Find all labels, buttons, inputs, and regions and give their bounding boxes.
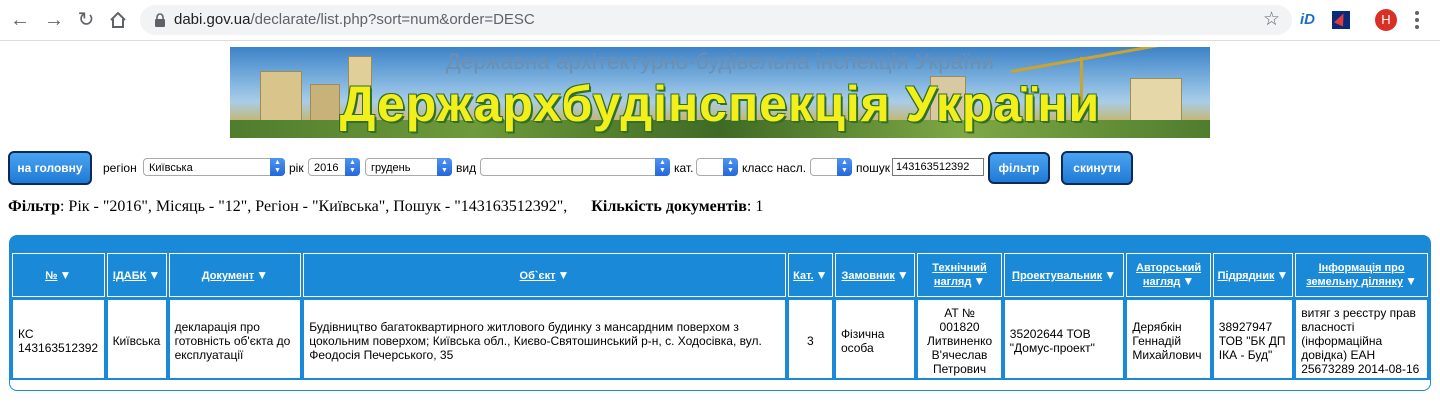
sort-desc-icon[interactable]: ▼ [558, 268, 570, 282]
back-arrow-icon[interactable]: ← [8, 8, 32, 32]
select-arrows-icon: ▲ ▼ [270, 158, 285, 176]
sort-desc-icon[interactable]: ▼ [59, 268, 71, 282]
select-arrows-icon: ▲ ▼ [437, 158, 452, 176]
cell-customer: Фізична особа [834, 299, 916, 383]
cell-idabk: Київська [106, 299, 167, 383]
table-footer-strip [10, 378, 1430, 390]
column-header-author-supervision[interactable]: Авторський нагляд ▼ [1126, 253, 1211, 297]
sort-desc-icon[interactable]: ▼ [1276, 268, 1288, 282]
month-select[interactable]: грудень ▲ ▼ [365, 158, 452, 176]
documents-count-label: Кількість документів [591, 198, 747, 215]
cell-category: 3 [787, 299, 833, 383]
browser-toolbar: ← → ↻ dabi.gov.ua/declarate/list.php?sor… [0, 0, 1440, 41]
cell-num: КС 143163512392 [12, 299, 105, 383]
column-header-document-link[interactable]: Документ [202, 270, 254, 282]
column-header-category[interactable]: Кат. ▼ [787, 253, 833, 297]
cell-object: Будівництво багатоквартирного житлового … [303, 299, 786, 383]
filter-summary: Фільтр: Рік - "2016", Місяць - "12", Рег… [8, 198, 763, 216]
cell-land-info: витяг з реєстру прав власності (інформац… [1295, 299, 1428, 383]
class-select[interactable]: ▲ ▼ [810, 158, 852, 176]
url-text[interactable]: dabi.gov.ua/declarate/list.php?sort=num&… [174, 5, 535, 35]
category-label: кат. [674, 161, 694, 175]
region-select-value: Київська [149, 162, 193, 174]
results-table-panel: № ▼ ІДАБК ▼ Документ ▼ Об`єкт ▼ Кат. ▼ Замовн… [9, 235, 1431, 391]
documents-count-value: : 1 [746, 198, 764, 215]
cell-tech-supervision: АТ № 001820 Литвиненко В'ячеслав Петрови… [917, 299, 1002, 383]
column-header-tech-supervision[interactable]: Технічний нагляд ▼ [917, 253, 1002, 297]
select-arrows-icon: ▲ ▼ [837, 158, 852, 176]
sort-desc-icon[interactable]: ▼ [1182, 274, 1194, 288]
cell-designer: 35202644 ТОВ "Домус-проект" [1003, 299, 1125, 383]
banner-subtitle: Державна архітектурно-будівельна інспекц… [445, 49, 995, 74]
column-header-category-link[interactable]: Кат. [793, 270, 813, 282]
type-select[interactable]: ▲ ▼ [480, 158, 670, 176]
star-icon[interactable]: ☆ [1263, 9, 1280, 31]
column-header-designer[interactable]: Проектувальник ▼ [1003, 253, 1125, 297]
extension-id-icon[interactable]: iD [1300, 11, 1320, 29]
sort-desc-icon[interactable]: ▼ [256, 268, 268, 282]
column-header-land-info-link[interactable]: Інформація про земельну ділянку [1306, 262, 1404, 288]
class-label: класс насл. [742, 161, 807, 175]
home-button[interactable]: на головну [8, 151, 92, 185]
cell-contractor: 38927947 ТОВ "БК ДП ІКА - Буд" [1212, 299, 1294, 383]
type-label: вид [456, 161, 477, 175]
lock-icon[interactable] [152, 12, 168, 28]
region-label: регіон [103, 161, 137, 175]
search-label: пошук [856, 161, 891, 175]
sort-desc-icon[interactable]: ▼ [1405, 274, 1417, 288]
more-menu-icon[interactable] [1414, 9, 1420, 31]
reload-icon[interactable]: ↻ [74, 8, 98, 32]
forward-arrow-icon[interactable]: → [42, 8, 66, 32]
category-select[interactable]: ▲ ▼ [696, 158, 738, 176]
sort-desc-icon[interactable]: ▼ [148, 268, 160, 282]
column-header-num-link[interactable]: № [45, 270, 57, 282]
column-header-designer-link[interactable]: Проектувальник [1012, 270, 1102, 282]
column-header-num[interactable]: № ▼ [12, 253, 105, 297]
year-label: рік [289, 161, 304, 175]
column-header-contractor[interactable]: Підрядник ▼ [1212, 253, 1294, 297]
month-select-value: грудень [371, 162, 411, 174]
table-header-row: № ▼ ІДАБК ▼ Документ ▼ Об`єкт ▼ Кат. ▼ Замовн… [12, 253, 1428, 297]
year-select[interactable]: 2016 ▲ ▼ [308, 158, 360, 176]
select-arrows-icon: ▲ ▼ [723, 158, 738, 176]
select-arrows-icon: ▲ ▼ [345, 158, 360, 176]
site-banner: Державна архітектурно-будівельна інспекц… [230, 47, 1210, 138]
filter-summary-text: : Рік - "2016", Місяць - "12", Регіон - … [59, 198, 568, 215]
results-table: № ▼ ІДАБК ▼ Документ ▼ Об`єкт ▼ Кат. ▼ Замовн… [10, 251, 1430, 385]
table-row: КС 143163512392 Київська декларація про … [12, 299, 1428, 383]
column-header-customer[interactable]: Замовник ▼ [834, 253, 916, 297]
column-header-contractor-link[interactable]: Підрядник [1218, 270, 1275, 282]
column-header-object[interactable]: Об`єкт ▼ [303, 253, 786, 297]
sort-desc-icon[interactable]: ▼ [973, 274, 985, 288]
banner-title: Держархбудінспекція України [339, 76, 1101, 132]
home-icon[interactable] [106, 8, 130, 32]
filter-button[interactable]: фільтр [988, 152, 1050, 184]
region-select[interactable]: Київська ▲ ▼ [143, 158, 285, 176]
column-header-document[interactable]: Документ ▼ [168, 253, 302, 297]
column-header-idabk-link[interactable]: ІДАБК [113, 270, 146, 282]
address-bar[interactable]: dabi.gov.ua/declarate/list.php?sort=num&… [140, 5, 1292, 35]
year-select-value: 2016 [314, 162, 339, 174]
search-input[interactable]: 143163512392 [892, 158, 984, 176]
column-header-customer-link[interactable]: Замовник [841, 270, 894, 282]
column-header-land-info[interactable]: Інформація про земельну ділянку ▼ [1295, 253, 1428, 297]
extension-bolt-icon[interactable] [1332, 11, 1350, 29]
filter-summary-label: Фільтр [8, 198, 60, 215]
profile-avatar[interactable]: H [1375, 9, 1397, 31]
column-header-object-link[interactable]: Об`єкт [520, 270, 556, 282]
select-arrows-icon: ▲ ▼ [655, 158, 670, 176]
column-header-idabk[interactable]: ІДАБК ▼ [106, 253, 167, 297]
cell-author-supervision: Дерябкін Геннадій Михайлович [1126, 299, 1211, 383]
sort-desc-icon[interactable]: ▼ [816, 268, 828, 282]
reset-button[interactable]: скинути [1061, 151, 1133, 185]
sort-desc-icon[interactable]: ▼ [897, 268, 909, 282]
sort-desc-icon[interactable]: ▼ [1104, 268, 1116, 282]
cell-document: декларація про готовність об'єкта до екс… [168, 299, 302, 383]
